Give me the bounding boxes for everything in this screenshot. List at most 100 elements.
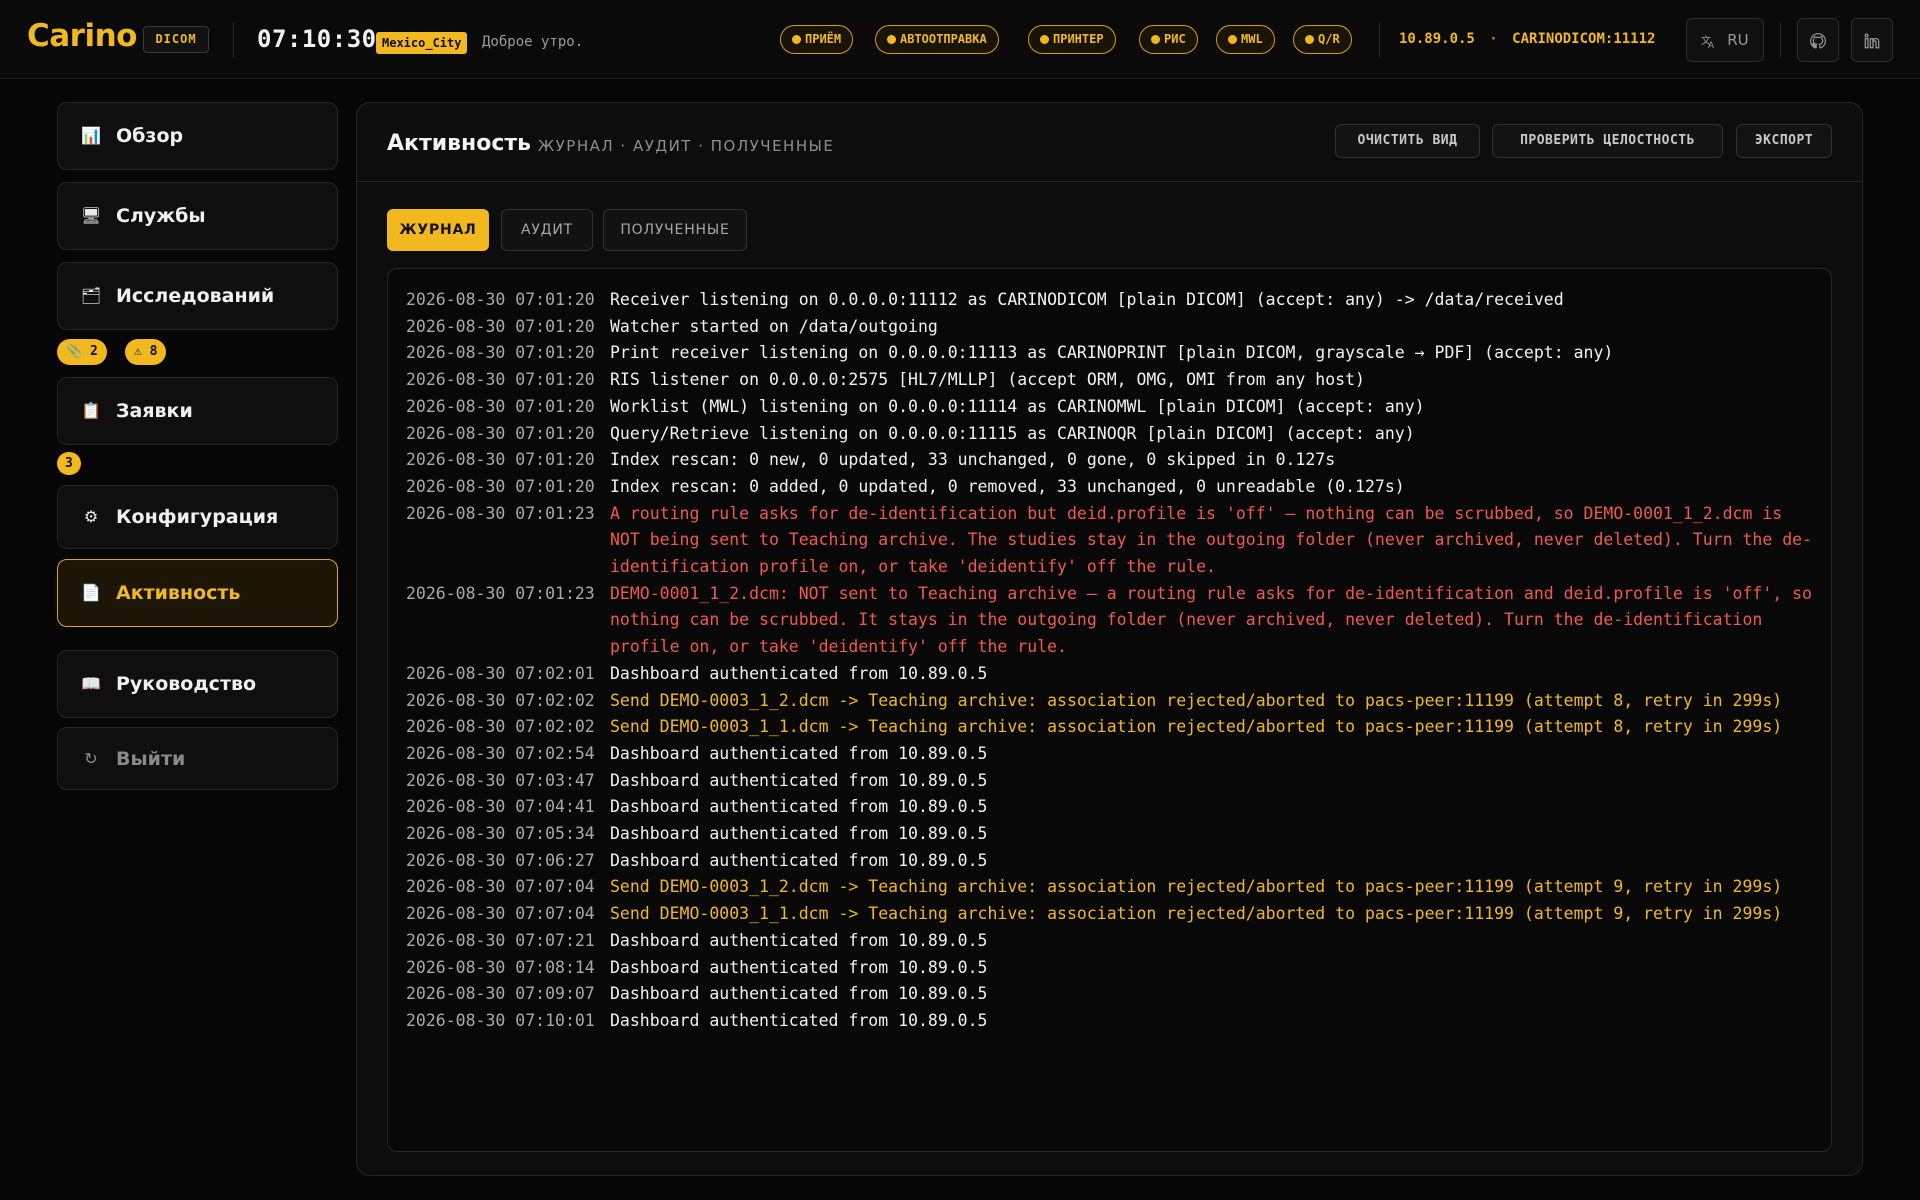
- service-pill-printer[interactable]: ПРИНТЕР: [1028, 25, 1116, 54]
- tab-journal[interactable]: ЖУРНАЛ: [387, 209, 489, 251]
- activity-panel: Активность ЖУРНАЛ · АУДИТ · ПОЛУЧЕННЫЕ О…: [356, 102, 1863, 1176]
- page-subtitle: ЖУРНАЛ · АУДИТ · ПОЛУЧЕННЫЕ: [538, 137, 835, 155]
- service-label: Q/R: [1318, 32, 1340, 46]
- greeting: Доброе утро.: [482, 34, 584, 50]
- log-timestamp: 2026-08-30 07:01:20: [406, 343, 595, 363]
- log-message: Receiver listening on 0.0.0.0:11112 as C…: [610, 290, 1564, 309]
- svg-text:A: A: [1708, 41, 1715, 49]
- language-label: RU: [1727, 31, 1749, 49]
- sidebar-item-logout[interactable]: ↻ Выйти: [57, 727, 338, 790]
- app-logo[interactable]: Carino: [27, 18, 137, 54]
- clock: 07:10:30: [257, 25, 377, 53]
- log-entry: 2026-08-30 07:02:54 Dashboard authenticat…: [406, 741, 1831, 768]
- sidebar-item-activity[interactable]: 📄 Активность: [57, 559, 338, 627]
- book-icon: 📖: [81, 674, 101, 693]
- log-message: Index rescan: 0 new, 0 updated, 33 uncha…: [610, 450, 1336, 470]
- log-timestamp: 2026-08-30 07:05:34: [406, 824, 595, 844]
- log-entry: 2026-08-30 07:08:14 Dashboard authenticat…: [406, 955, 1831, 982]
- status-dot-icon: [792, 35, 801, 44]
- log-message: Dashboard authenticated from 10.89.0.5: [610, 770, 988, 790]
- log-timestamp: 2026-08-30 07:01:20: [406, 370, 595, 390]
- sidebar-item-services[interactable]: 🖥 Службы: [57, 182, 338, 250]
- divider: [1379, 22, 1380, 58]
- status-dot-icon: [887, 35, 896, 44]
- log-message: A routing rule asks for de-identificatio…: [610, 503, 1812, 577]
- logout-icon: ↻: [84, 748, 98, 768]
- log-message: Print receiver listening on 0.0.0.0:1111…: [610, 343, 1614, 363]
- badge-count: 8: [149, 344, 158, 359]
- folder-icon: 🗂: [80, 286, 102, 305]
- host-info: 10.89.0.5 · CARINODICOM:11112: [1399, 31, 1655, 47]
- orders-badge[interactable]: 3: [57, 452, 81, 475]
- sidebar-item-label: Конфигурация: [116, 506, 279, 528]
- github-icon: [1810, 32, 1826, 49]
- verify-integrity-button[interactable]: ПРОВЕРИТЬ ЦЕЛОСТНОСТЬ: [1492, 124, 1723, 158]
- log-timestamp: 2026-08-30 07:01:20: [406, 316, 595, 336]
- clipboard-icon: 📋: [81, 401, 101, 420]
- attachments-badge[interactable]: 📎 2: [57, 339, 107, 365]
- paperclip-icon: 📎: [66, 344, 83, 359]
- log-message: RIS listener on 0.0.0.0:2575 [HL7/MLLP] …: [610, 370, 1365, 390]
- sidebar-item-configuration[interactable]: ⚙ Конфигурация: [57, 485, 338, 549]
- log-timestamp: 2026-08-30 07:02:54: [406, 743, 595, 763]
- sidebar-item-studies[interactable]: 🗂 Исследований: [57, 262, 338, 330]
- sidebar-item-label: Службы: [116, 205, 206, 227]
- log-entry: 2026-08-30 07:07:04 Send DEMO-0003_1_2.dc…: [406, 874, 1831, 901]
- log-view[interactable]: 2026-08-30 07:01:20 Receiver listening on…: [387, 268, 1832, 1152]
- linkedin-button[interactable]: [1851, 18, 1893, 62]
- service-pill-qr[interactable]: Q/R: [1293, 25, 1352, 54]
- log-entry: 2026-08-30 07:04:41 Dashboard authenticat…: [406, 794, 1831, 821]
- log-timestamp: 2026-08-30 07:07:04: [406, 877, 595, 897]
- sidebar-item-label: Обзор: [116, 125, 184, 147]
- service-pill-receive[interactable]: ПРИЁМ: [780, 25, 854, 54]
- divider: [1780, 22, 1781, 58]
- log-message: Dashboard authenticated from 10.89.0.5: [610, 797, 988, 817]
- log-timestamp: 2026-08-30 07:06:27: [406, 850, 595, 870]
- log-message: Dashboard authenticated from 10.89.0.5: [610, 957, 988, 977]
- github-button[interactable]: [1797, 18, 1839, 62]
- log-message: Query/Retrieve listening on 0.0.0.0:1111…: [610, 423, 1415, 443]
- page-title: Активность: [387, 131, 532, 156]
- service-pill-autosend[interactable]: АВТООТПРАВКА: [875, 25, 999, 54]
- log-message: Dashboard authenticated from 10.89.0.5: [610, 1010, 988, 1030]
- sidebar-item-overview[interactable]: 📊 Обзор: [57, 102, 338, 170]
- panel-header: Активность ЖУРНАЛ · АУДИТ · ПОЛУЧЕННЫЕ О…: [357, 103, 1862, 182]
- log-message: Send DEMO-0003_1_2.dcm -> Teaching archi…: [610, 690, 1783, 710]
- sidebar-item-label: Руководство: [116, 673, 257, 695]
- log-entry: 2026-08-30 07:09:07 Dashboard authenticat…: [406, 981, 1831, 1008]
- host-ip: 10.89.0.5: [1399, 31, 1475, 47]
- warnings-badge[interactable]: ⚠ 8: [125, 339, 167, 365]
- log-message: Send DEMO-0003_1_2.dcm -> Teaching archi…: [610, 877, 1783, 897]
- top-bar: Carino DICOM 07:10:30 Mexico_City Доброе…: [0, 0, 1920, 79]
- log-message: Send DEMO-0003_1_1.dcm -> Teaching archi…: [610, 717, 1783, 737]
- service-pill-mwl[interactable]: MWL: [1216, 25, 1275, 54]
- log-message: Dashboard authenticated from 10.89.0.5: [610, 930, 988, 950]
- translate-icon: 文 A: [1701, 34, 1715, 51]
- language-button[interactable]: 文 A RU: [1686, 18, 1764, 62]
- service-label: ПРИЁМ: [805, 32, 842, 46]
- sidebar-item-guide[interactable]: 📖 Руководство: [57, 650, 338, 718]
- log-entry: 2026-08-30 07:01:20 Print receiver listen…: [406, 340, 1831, 367]
- log-timestamp: 2026-08-30 07:02:02: [406, 690, 595, 710]
- document-icon: 📄: [81, 583, 101, 602]
- log-timestamp: 2026-08-30 07:01:20: [406, 423, 595, 443]
- tab-audit[interactable]: АУДИТ: [501, 209, 593, 251]
- sidebar-item-label: Активность: [116, 582, 241, 604]
- service-pill-ris[interactable]: РИС: [1139, 25, 1198, 54]
- log-timestamp: 2026-08-30 07:01:20: [406, 476, 595, 496]
- log-message: Index rescan: 0 added, 0 updated, 0 remo…: [610, 476, 1405, 496]
- status-dot-icon: [1040, 35, 1049, 44]
- sidebar-item-orders[interactable]: 📋 Заявки: [57, 377, 338, 445]
- sidebar-item-label: Исследований: [116, 285, 275, 307]
- log-entry: 2026-08-30 07:10:01 Dashboard authenticat…: [406, 1008, 1831, 1035]
- log-entry: 2026-08-30 07:01:23 A routing rule asks f…: [406, 501, 1831, 581]
- log-entry: 2026-08-30 07:01:20 Index rescan: 0 new, …: [406, 447, 1831, 474]
- log-entry: 2026-08-30 07:02:02 Send DEMO-0003_1_1.dc…: [406, 714, 1831, 741]
- tab-received[interactable]: ПОЛУЧЕННЫЕ: [603, 209, 747, 251]
- clear-view-button[interactable]: ОЧИСТИТЬ ВИД: [1335, 124, 1480, 158]
- log-entry: 2026-08-30 07:01:20 Watcher started on /d…: [406, 314, 1831, 341]
- log-message: Dashboard authenticated from 10.89.0.5: [610, 663, 988, 683]
- host-ae: CARINODICOM:11112: [1512, 31, 1656, 47]
- log-timestamp: 2026-08-30 07:07:04: [406, 904, 595, 924]
- export-button[interactable]: ЭКСПОРТ: [1736, 124, 1832, 158]
